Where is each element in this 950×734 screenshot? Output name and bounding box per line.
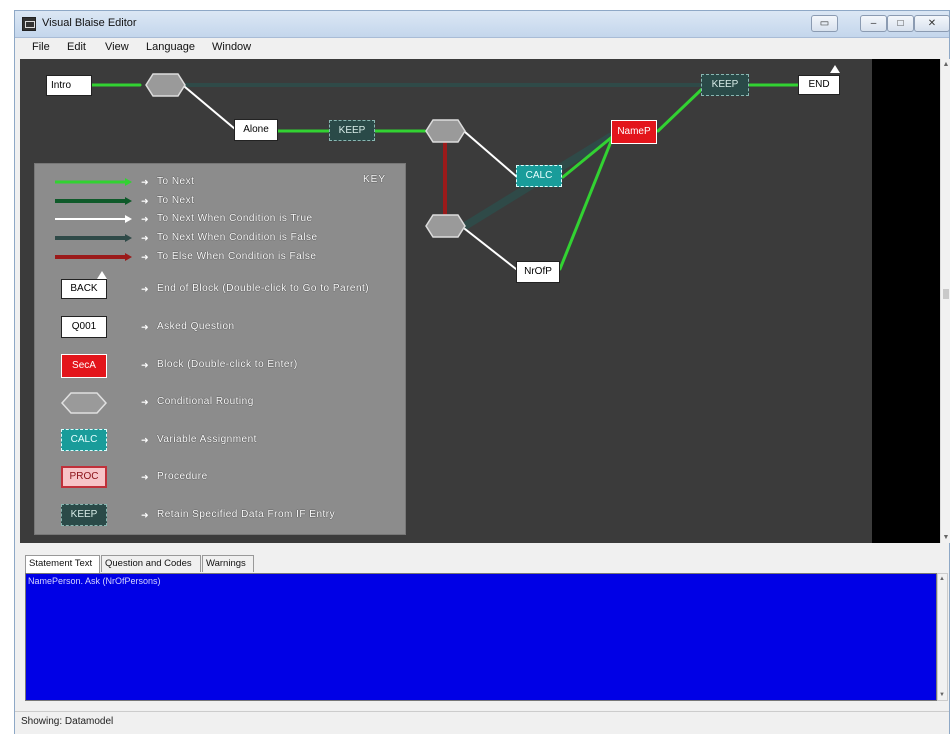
edge-namep-keep2 (656, 87, 704, 133)
arrow-icon: ➜ (141, 196, 149, 206)
arrow-icon: ➜ (141, 177, 149, 187)
edge-cond2-calc (464, 131, 518, 178)
key-row-block: SecA ➜ Block (Double-click to Enter) (35, 354, 405, 378)
scroll-thumb[interactable] (943, 289, 949, 299)
key-row-else: ➜ To Else When Condition is False (35, 249, 405, 267)
scroll-down-icon[interactable]: ▼ (942, 534, 950, 541)
condition-node-2 (425, 119, 466, 143)
question-node-sample: Q001 (61, 316, 107, 338)
node-calc[interactable]: CALC (516, 165, 562, 187)
scroll-down-icon[interactable]: ▼ (939, 692, 945, 698)
arrow-icon: ➜ (141, 397, 149, 407)
menu-language[interactable]: Language (146, 41, 195, 53)
arrow-icon: ➜ (141, 322, 149, 332)
node-nrofp[interactable]: NrOfP (516, 261, 560, 283)
key-row-procedure: PROC ➜ Procedure (35, 466, 405, 488)
back-arrow-icon (97, 271, 107, 279)
restore-icon[interactable]: ▭ (811, 15, 838, 32)
block-node-sample: SecA (61, 354, 107, 378)
key-label: End of Block (Double-click to Go to Pare… (157, 283, 370, 294)
close-button[interactable]: ✕ (914, 15, 950, 32)
key-label: To Else When Condition is False (157, 251, 317, 262)
menu-view[interactable]: View (105, 41, 129, 53)
edge-cond3-nrofp (464, 228, 517, 270)
arrow-icon: ➜ (141, 360, 149, 370)
key-label: Retain Specified Data From IF Entry (157, 509, 336, 520)
key-row-to-next: ➜ To Next (35, 174, 405, 192)
right-black-panel (872, 59, 940, 543)
key-row-false: ➜ To Next When Condition is False (35, 230, 405, 248)
key-row-back: BACK ➜ End of Block (Double-click to Go … (35, 271, 405, 299)
key-row-to-next-dark: ➜ To Next (35, 193, 405, 211)
scroll-up-icon[interactable]: ▲ (939, 576, 945, 582)
key-label: To Next When Condition is False (157, 232, 318, 243)
condition-node-1 (145, 73, 186, 97)
condition-node-3 (425, 214, 466, 238)
key-row-calc: CALC ➜ Variable Assignment (35, 429, 405, 451)
node-alone[interactable]: Alone (234, 119, 278, 141)
edge-cond1-alone (184, 86, 236, 130)
end-arrow-icon (830, 65, 840, 73)
calc-node-sample: CALC (61, 429, 107, 451)
key-row-condition: ➜ Conditional Routing (35, 392, 405, 414)
legend-key-panel: KEY ➜ To Next ➜ To Next ➜ To Next When C… (34, 163, 406, 535)
procedure-node-sample: PROC (61, 466, 107, 488)
key-row-keep: KEEP ➜ Retain Specified Data From IF Ent… (35, 504, 405, 526)
menu-window[interactable]: Window (212, 41, 251, 53)
app-window: Visual Blaise Editor ▭ – □ ✕ File Edit V… (14, 10, 950, 734)
arrow-icon: ➜ (141, 214, 149, 224)
status-bar: Showing: Datamodel (15, 711, 949, 734)
arrow-icon: ➜ (141, 252, 149, 262)
tab-warnings[interactable]: Warnings (202, 555, 254, 572)
key-label: To Next When Condition is True (157, 213, 313, 224)
key-label: Procedure (157, 471, 208, 482)
node-namep[interactable]: NameP (611, 120, 657, 144)
maximize-button[interactable]: □ (887, 15, 914, 32)
statement-text-area[interactable]: NamePerson. Ask (NrOfPersons) (25, 573, 937, 701)
arrow-icon: ➜ (141, 284, 149, 294)
key-label: Block (Double-click to Enter) (157, 359, 298, 370)
node-intro[interactable]: Intro (46, 75, 92, 96)
arrow-icon: ➜ (141, 233, 149, 243)
keep-node-sample: KEEP (61, 504, 107, 526)
arrow-icon: ➜ (141, 510, 149, 520)
statement-scrollbar[interactable]: ▲ ▼ (937, 573, 948, 701)
tab-question-and-codes[interactable]: Question and Codes (101, 555, 201, 572)
key-label: Conditional Routing (157, 396, 254, 407)
key-row-question: Q001 ➜ Asked Question (35, 316, 405, 338)
key-row-true: ➜ To Next When Condition is True (35, 211, 405, 229)
key-label: Asked Question (157, 321, 235, 332)
node-end[interactable]: END (798, 75, 840, 95)
arrow-icon: ➜ (141, 435, 149, 445)
menu-file[interactable]: File (32, 41, 50, 53)
statement-text: NamePerson. Ask (NrOfPersons) (28, 576, 161, 586)
key-label: To Next (157, 195, 195, 206)
scroll-up-icon[interactable]: ▲ (942, 61, 950, 68)
node-keep-2[interactable]: KEEP (701, 74, 749, 96)
minimize-button[interactable]: – (860, 15, 887, 32)
flow-diagram-canvas[interactable]: Intro Alone KEEP KEEP END CALC NameP NrO… (20, 59, 872, 543)
node-keep-1[interactable]: KEEP (329, 120, 375, 141)
menu-bar: File Edit View Language Window (15, 38, 949, 58)
canvas-vertical-scrollbar[interactable]: ▲ ▼ (940, 59, 950, 543)
app-icon (22, 17, 36, 31)
status-text: Showing: Datamodel (21, 716, 114, 727)
arrow-icon: ➜ (141, 472, 149, 482)
key-label: Variable Assignment (157, 434, 257, 445)
menu-edit[interactable]: Edit (67, 41, 86, 53)
title-bar: Visual Blaise Editor ▭ – □ ✕ (15, 11, 950, 38)
window-title: Visual Blaise Editor (42, 17, 137, 29)
condition-sample-icon (60, 392, 108, 414)
key-label: To Next (157, 176, 195, 187)
tab-statement-text[interactable]: Statement Text (25, 555, 100, 573)
back-node-sample: BACK (61, 279, 107, 299)
